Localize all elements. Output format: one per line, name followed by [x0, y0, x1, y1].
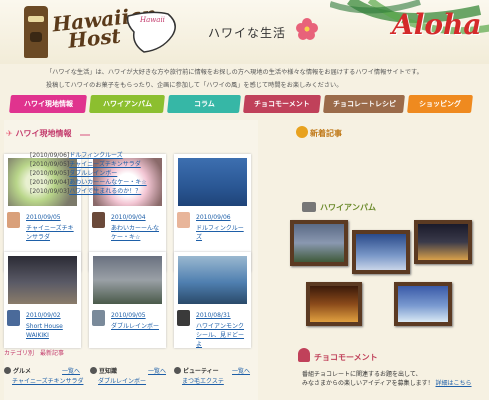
- trivia-icon: [90, 367, 97, 374]
- category-article-link[interactable]: ダブルレインボー: [98, 376, 146, 385]
- tab-label: コラム: [193, 100, 215, 108]
- avatar: [177, 310, 190, 326]
- main-nav: ハワイ現地情報 ハワイアンパム コラム チョコモーメント チョコレートレシピ シ…: [9, 95, 480, 115]
- more-link[interactable]: 一覧へ: [232, 366, 250, 375]
- tab-column[interactable]: コラム: [167, 95, 241, 113]
- category-latest-heading: カテゴリ別 最新記事: [4, 350, 65, 357]
- palm-photo[interactable]: [394, 282, 452, 326]
- choco-moment-text: 番組チョコレートに関連するお題を出して、 みなさまからの楽しいアイディアを募集し…: [302, 370, 488, 388]
- news-item: [2010/09/03]ハワイで生まれるのか！？: [30, 186, 141, 195]
- palm-photo[interactable]: [290, 220, 348, 266]
- category-name: グルメ: [13, 368, 32, 375]
- article-date[interactable]: 2010/09/02: [26, 312, 61, 319]
- heading-arrow: [80, 134, 90, 136]
- news-item: [2010/09/05]ダブルレインボー: [30, 168, 117, 177]
- article-title[interactable]: ダブルレインボー: [111, 322, 164, 331]
- news-title[interactable]: ダブルレインボー: [69, 170, 117, 177]
- tab-label: チョコモーメント: [254, 100, 310, 108]
- palm-photo[interactable]: [352, 230, 410, 274]
- article-date[interactable]: 2010/09/06: [196, 214, 231, 221]
- palm-photo[interactable]: [306, 282, 362, 326]
- tab-choco-recipe[interactable]: チョコレートレシピ: [323, 95, 405, 113]
- choco-line2-row: みなさまからの楽しいアイディアを募集します！ 詳細はこちら: [302, 379, 488, 388]
- article-title[interactable]: チャイニーズチキンサラダ: [26, 224, 79, 242]
- article-date[interactable]: 2010/09/04: [111, 214, 146, 221]
- category-article-link[interactable]: チャイニーズチキンサラダ: [12, 376, 83, 385]
- article-date[interactable]: 2010/09/05: [26, 214, 61, 221]
- avatar: [92, 310, 105, 326]
- tab-label: ショッピング: [419, 100, 461, 108]
- local-info-heading: ✈ ハワイ現地情報: [6, 129, 72, 138]
- more-link[interactable]: 一覧へ: [148, 366, 166, 375]
- tab-choco-moment[interactable]: チョコモーメント: [243, 95, 321, 113]
- hibiscus-icon: [296, 18, 318, 40]
- category-name: 豆知識: [99, 368, 118, 375]
- article-photo[interactable]: [178, 158, 247, 206]
- tab-hawaiian-palm[interactable]: ハワイアンパム: [89, 95, 165, 113]
- intro-text: 「ハワイな生活」は、ハワイが大好きな方や旅行前に情報をお探しの方へ現地の生活や様…: [46, 66, 466, 92]
- avatar: [177, 212, 190, 228]
- site-title: ハワイな生活: [208, 26, 287, 40]
- news-item: [2010/09/05]チャイニーズチキンサラダ: [30, 159, 141, 168]
- article-photo[interactable]: [8, 256, 77, 304]
- avatar: [92, 212, 105, 228]
- hawaiian-palm-heading: ハワイアンパム: [320, 203, 376, 212]
- choco-line1: 番組チョコレートに関連するお題を出して、: [302, 371, 422, 378]
- choco-moment-heading: チョコモーメント: [314, 353, 378, 362]
- intro-line1: 「ハワイな生活」は、ハワイが大好きな方や旅行前に情報をお探しの方へ現地の生活や様…: [46, 69, 423, 76]
- gourmet-icon: [4, 367, 11, 374]
- news-title[interactable]: ドルフィンクルーズ: [69, 152, 122, 159]
- intro-line2: 投稿してハワイのお菓子をもらったり、企画に参加して「ハワイの風」を感じて時間をお…: [46, 82, 343, 89]
- article-photo[interactable]: [93, 256, 162, 304]
- island-label: Hawaii: [140, 16, 165, 24]
- palm-photo[interactable]: [414, 220, 472, 264]
- camera-icon: [302, 202, 316, 212]
- article-card[interactable]: 2010/09/02 Short House WAIKIKI: [4, 252, 81, 348]
- more-link[interactable]: 一覧へ: [62, 366, 80, 375]
- category-beauty: ビューティー 一覧へ まつ毛エクステ: [174, 366, 258, 396]
- category-gourmet: グルメ 一覧へ チャイニーズチキンサラダ: [4, 366, 88, 396]
- article-title[interactable]: Short House WAIKIKI: [26, 322, 79, 340]
- category-name: ビューティー: [183, 368, 219, 375]
- category-trivia: 豆知識 一覧へ ダブルレインボー: [90, 366, 174, 396]
- tab-label: チョコレートレシピ: [332, 100, 396, 108]
- category-article-link[interactable]: まつ毛エクステ: [182, 376, 224, 385]
- news-title[interactable]: あわいカーーんなケー・キ☆: [69, 179, 146, 186]
- news-title[interactable]: チャイニーズチキンサラダ: [69, 161, 140, 168]
- aloha-logo: Aloha: [392, 8, 482, 41]
- beauty-icon: [174, 367, 181, 374]
- tab-local-info[interactable]: ハワイ現地情報: [9, 95, 87, 113]
- news-date: [2010/09/04]: [30, 179, 70, 186]
- article-date[interactable]: 2010/09/05: [111, 312, 146, 319]
- new-articles-heading: 新着記事: [310, 129, 342, 138]
- article-title[interactable]: ハワイアンモンクシール、見ドどーよ: [196, 322, 249, 349]
- choco-details-link[interactable]: 詳細はこちら: [436, 380, 472, 387]
- choco-line2: みなさまからの楽しいアイディアを募集します！: [302, 380, 434, 387]
- article-card[interactable]: 2010/09/05 ダブルレインボー: [89, 252, 166, 348]
- tab-label: ハワイ現地情報: [23, 100, 73, 108]
- news-item: [2010/09/04]あわいカーーんなケー・キ☆: [30, 177, 147, 186]
- news-date: [2010/09/05]: [30, 161, 70, 168]
- tab-label: ハワイアンパム: [102, 100, 152, 108]
- article-date[interactable]: 2010/08/31: [196, 312, 231, 319]
- news-date: [2010/09/06]: [30, 152, 70, 159]
- news-title[interactable]: ハワイで生まれるのか！？: [69, 188, 141, 195]
- news-date: [2010/09/05]: [30, 170, 70, 177]
- article-photo[interactable]: [178, 256, 247, 304]
- news-item: [2010/09/06]ドルフィンクルーズ: [30, 150, 123, 159]
- avatar: [7, 310, 20, 326]
- chocolate-cup-icon: [298, 348, 310, 362]
- new-articles-icon: [296, 126, 308, 138]
- article-title[interactable]: あわいカーーんなケー・キ☆: [111, 224, 164, 242]
- tab-shopping[interactable]: ショッピング: [407, 95, 473, 113]
- avatar: [7, 212, 20, 228]
- tiki-logo-icon: [24, 6, 48, 58]
- article-title[interactable]: ドルフィンクルーズ: [196, 224, 249, 242]
- news-date: [2010/09/03]: [30, 188, 70, 195]
- article-card[interactable]: 2010/08/31 ハワイアンモンクシール、見ドどーよ: [174, 252, 251, 348]
